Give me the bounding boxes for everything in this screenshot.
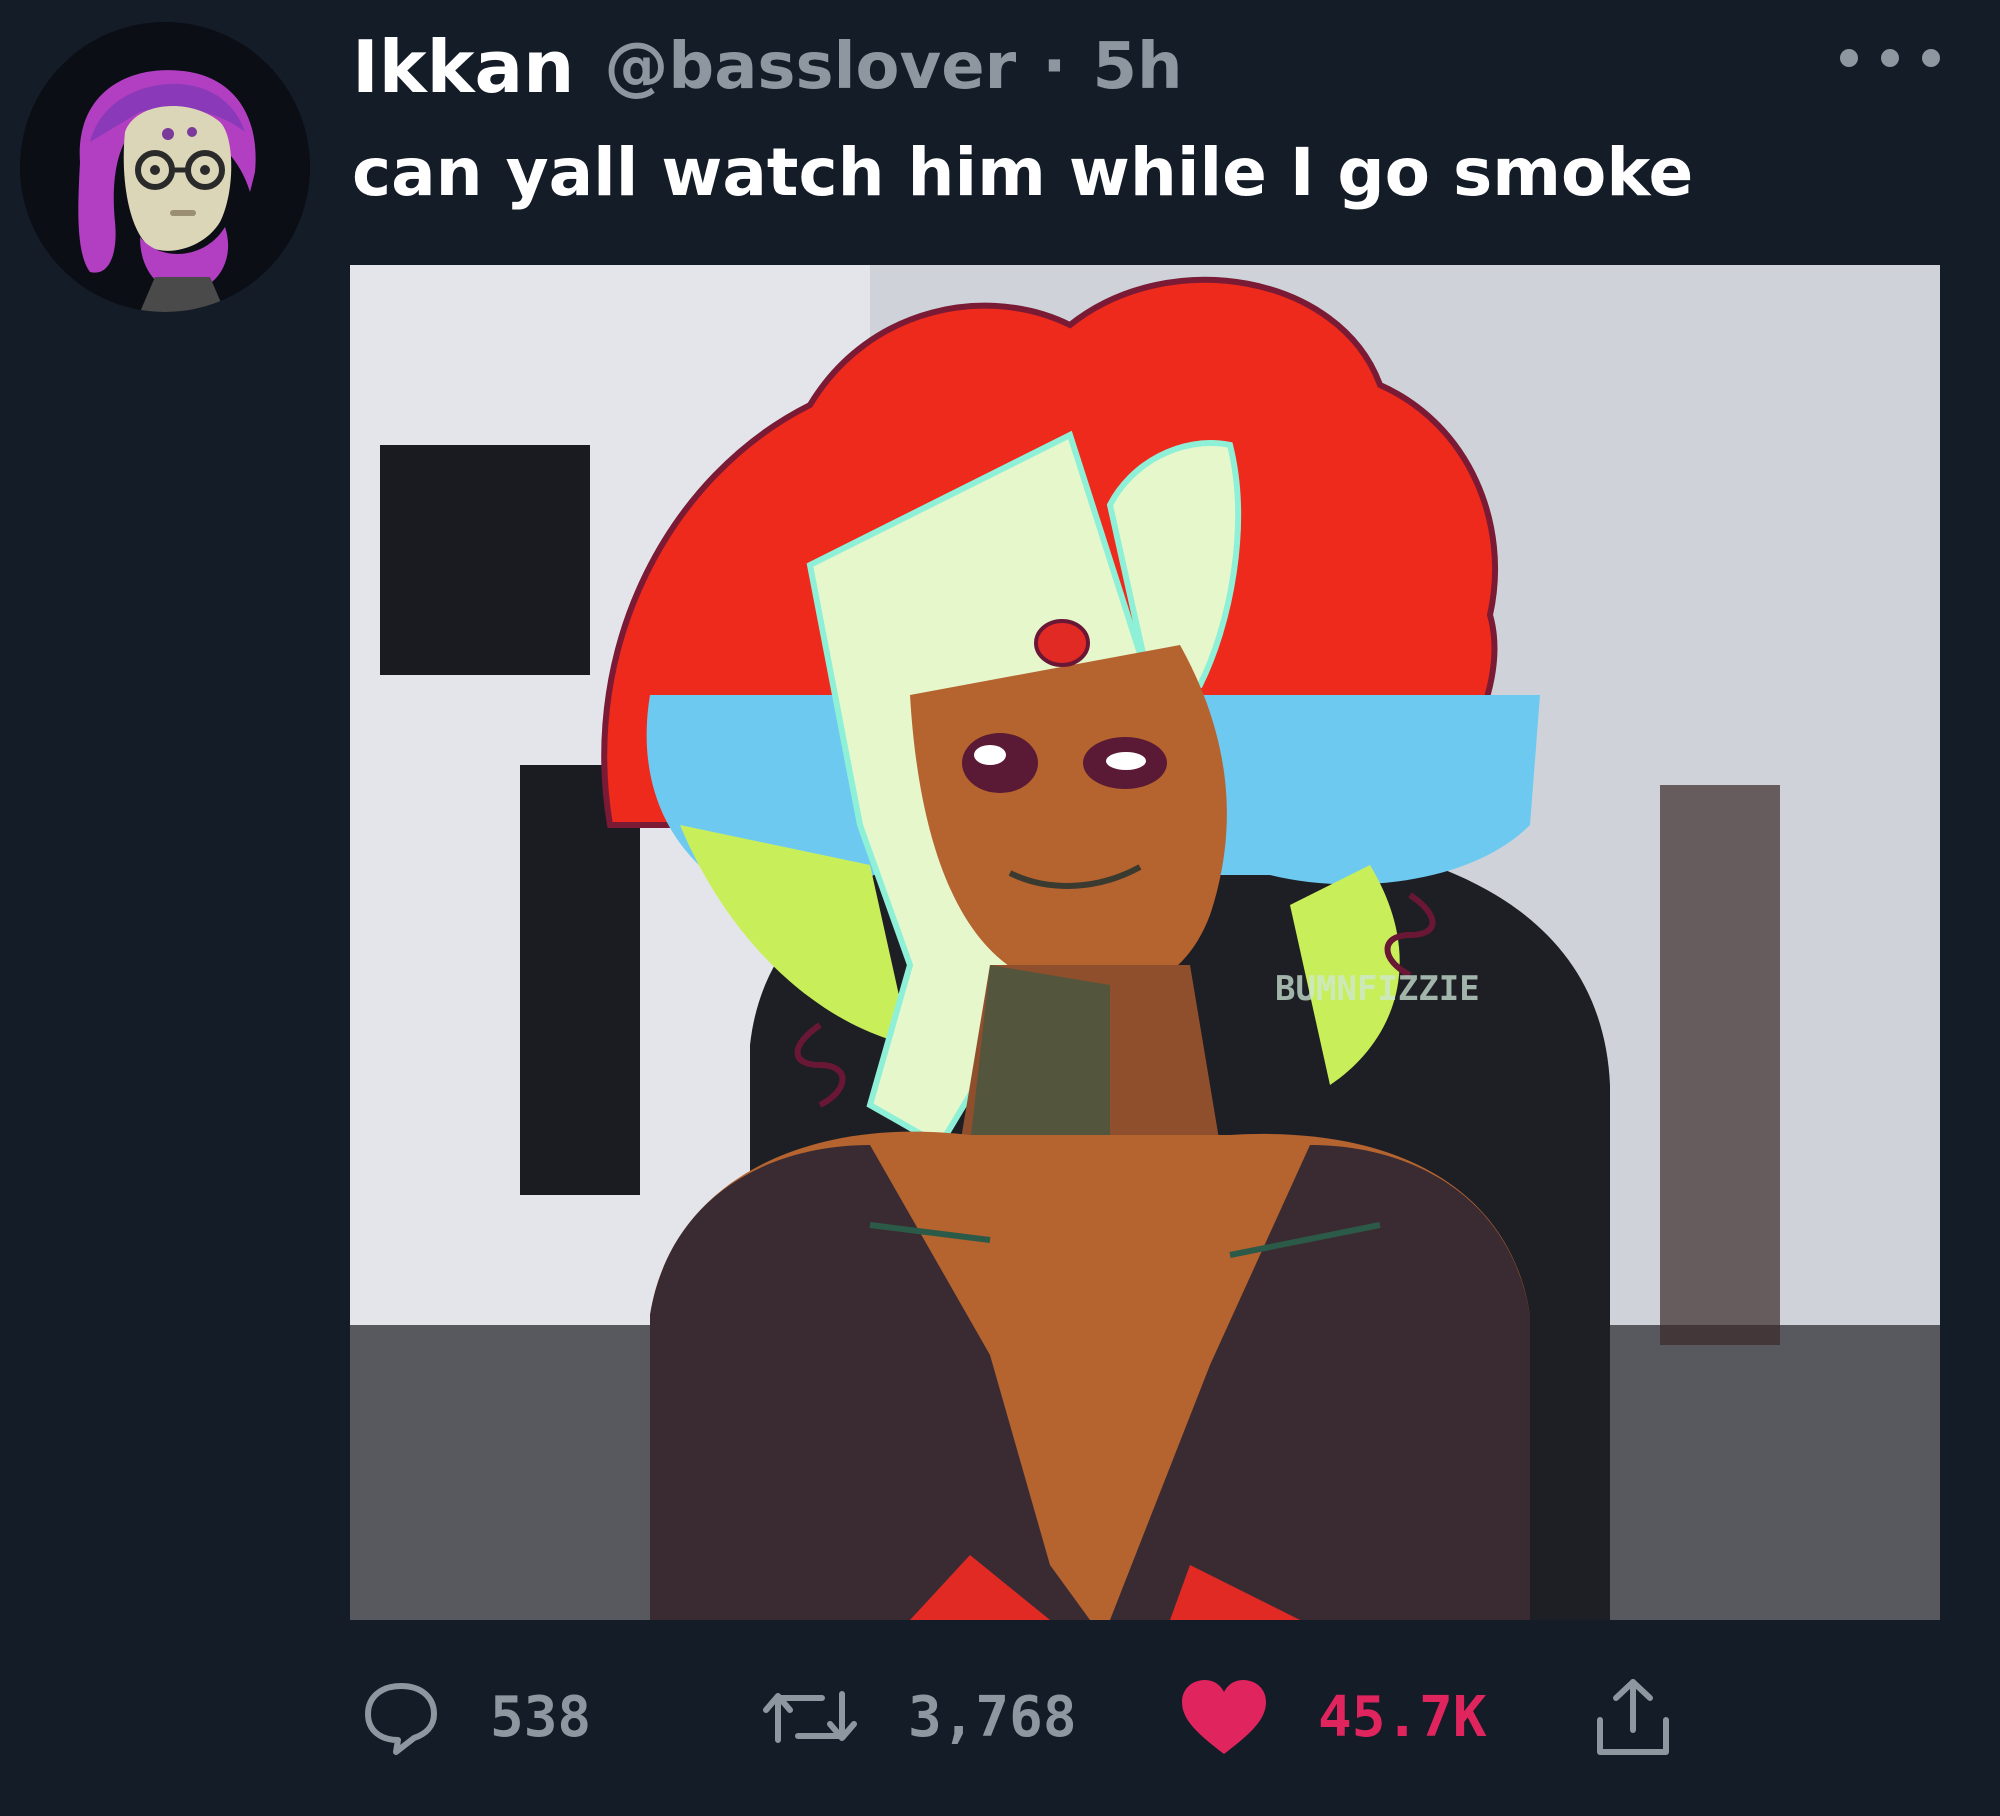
avatar-illustration xyxy=(20,22,310,312)
share-upload-icon xyxy=(1597,1679,1669,1755)
retweet-button[interactable]: 3,768 xyxy=(760,1662,1077,1772)
more-dots-icon xyxy=(1922,49,1940,67)
like-count: 45.7K xyxy=(1318,1684,1487,1750)
separator-dot: · xyxy=(1042,30,1067,104)
more-dots-icon xyxy=(1840,49,1858,67)
reply-button[interactable]: 538 xyxy=(360,1662,591,1772)
retweet-count: 3,768 xyxy=(908,1684,1077,1750)
like-button[interactable]: 45.7K xyxy=(1178,1662,1487,1772)
more-options-button[interactable] xyxy=(1840,40,1940,76)
tweet-header: Ikkan @basslover · 5h xyxy=(352,22,1183,112)
more-dots-icon xyxy=(1881,49,1899,67)
action-bar: 538 3,768 45.7K xyxy=(350,1662,1950,1772)
tweet-text: can yall watch him while I go smoke xyxy=(352,134,1694,211)
display-name[interactable]: Ikkan xyxy=(352,25,574,109)
character-drawing: BUMNFIZZIE xyxy=(350,265,1940,1620)
watermark-text: BUMNFIZZIE xyxy=(1275,969,1480,1009)
reply-count: 538 xyxy=(490,1684,592,1750)
heart-icon xyxy=(1182,1680,1266,1754)
speech-bubble-icon xyxy=(365,1683,437,1755)
retweet-arrows-icon xyxy=(763,1691,857,1743)
share-button[interactable] xyxy=(1590,1662,1676,1772)
user-handle[interactable]: @basslover xyxy=(604,30,1016,104)
avatar[interactable] xyxy=(20,22,310,312)
tweet-media-image[interactable]: BUMNFIZZIE xyxy=(350,265,1940,1620)
timestamp[interactable]: 5h xyxy=(1093,30,1183,104)
